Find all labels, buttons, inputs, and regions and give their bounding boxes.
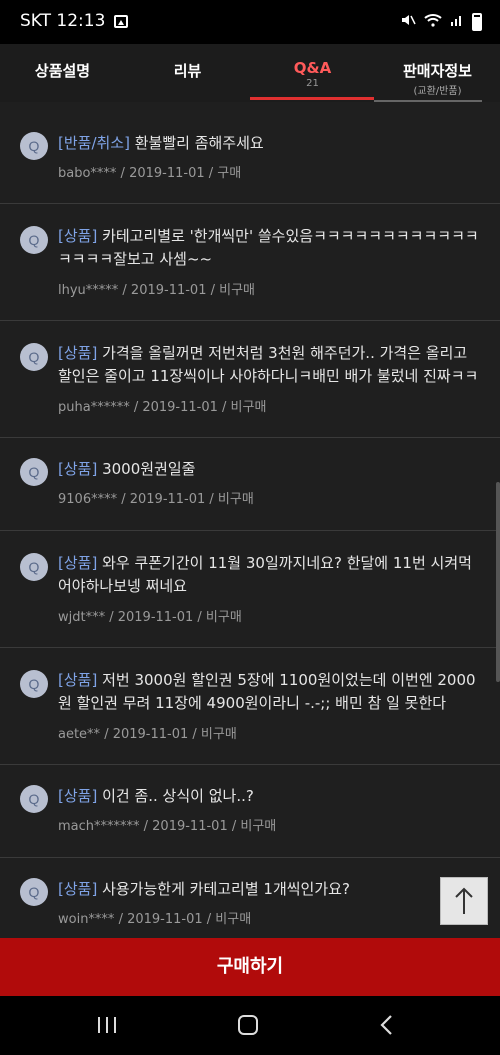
question-text: [상품] 이건 좀.. 상식이 없나..? bbox=[58, 785, 482, 808]
list-item[interactable]: Q [상품] 사용가능한게 카테고리별 1개씩인가요? woin**** / 2… bbox=[0, 858, 500, 938]
list-item[interactable]: Q [상품] 3000원권일줄 9106**** / 2019-11-01 / … bbox=[0, 438, 500, 531]
home-icon[interactable] bbox=[238, 1015, 258, 1035]
question-category: [상품] bbox=[58, 460, 98, 478]
buy-button[interactable]: 구매하기 bbox=[0, 938, 500, 996]
status-bar: SKT 12:13 bbox=[0, 0, 500, 44]
signal-icon bbox=[450, 13, 464, 31]
question-body: 저번 3000원 할인권 5장에 1100원이었는데 이번엔 2000원 할인권… bbox=[58, 671, 476, 712]
tab-qna[interactable]: Q&A 21 bbox=[250, 44, 375, 102]
question-meta: puha****** / 2019-11-01 / 비구매 bbox=[58, 400, 267, 415]
question-text: [상품] 와우 쿠폰기간이 11월 30일까지네요? 한달에 11번 시켜먹어야… bbox=[58, 552, 482, 598]
question-category: [상품] bbox=[58, 344, 98, 362]
question-badge: Q bbox=[20, 458, 48, 486]
question-badge: Q bbox=[20, 226, 48, 254]
qna-list[interactable]: Q [반품/취소] 환불빨리 좀해주세요 babo**** / 2019-11-… bbox=[0, 102, 500, 938]
question-meta: mach******* / 2019-11-01 / 비구매 bbox=[58, 819, 277, 834]
question-body: 카테고리별로 '한개씩만' 쓸수있음ㅋㅋㅋㅋㅋㅋㅋㅋㅋㅋㅋㅋㅋㅋㅋㅋ잘보고 사셈… bbox=[58, 227, 479, 268]
question-body: 3000원권일줄 bbox=[97, 460, 196, 478]
question-meta: babo**** / 2019-11-01 / 구매 bbox=[58, 166, 242, 181]
question-text: [상품] 사용가능한게 카테고리별 1개씩인가요? bbox=[58, 878, 482, 901]
question-meta: aete** / 2019-11-01 / 비구매 bbox=[58, 727, 237, 742]
question-meta: wjdt*** / 2019-11-01 / 비구매 bbox=[58, 610, 242, 625]
arrow-up-icon bbox=[455, 887, 473, 914]
question-badge: Q bbox=[20, 785, 48, 813]
question-meta: lhyu***** / 2019-11-01 / 비구매 bbox=[58, 283, 256, 298]
question-badge: Q bbox=[20, 670, 48, 698]
active-tab-indicator bbox=[250, 97, 374, 100]
battery-icon bbox=[472, 13, 482, 31]
wifi-icon bbox=[424, 13, 442, 31]
question-body: 와우 쿠폰기간이 11월 30일까지네요? 한달에 11번 시켜먹어야하나보넹 … bbox=[58, 554, 472, 595]
question-text: [상품] 저번 3000원 할인권 5장에 1100원이었는데 이번엔 2000… bbox=[58, 669, 482, 715]
question-text: [상품] 3000원권일줄 bbox=[58, 458, 482, 481]
question-text: [상품] 카테고리별로 '한개씩만' 쓸수있음ㅋㅋㅋㅋㅋㅋㅋㅋㅋㅋㅋㅋㅋㅋㅋㅋ잘… bbox=[58, 225, 482, 271]
question-category: [상품] bbox=[58, 880, 98, 898]
question-body: 사용가능한게 카테고리별 1개씩인가요? bbox=[97, 880, 350, 898]
image-icon bbox=[114, 15, 128, 28]
question-badge: Q bbox=[20, 878, 48, 906]
question-body: 가격을 올릴꺼면 저번처럼 3천원 해주던가.. 가격은 올리고 할인은 줄이고… bbox=[58, 344, 479, 385]
tab-description[interactable]: 상품설명 bbox=[0, 44, 125, 102]
question-body: 환불빨리 좀해주세요 bbox=[129, 134, 264, 152]
list-item[interactable]: Q [상품] 카테고리별로 '한개씩만' 쓸수있음ㅋㅋㅋㅋㅋㅋㅋㅋㅋㅋㅋㅋㅋㅋㅋ… bbox=[0, 204, 500, 321]
question-category: [상품] bbox=[58, 554, 98, 572]
system-nav-bar bbox=[0, 996, 500, 1055]
list-item[interactable]: Q [상품] 이건 좀.. 상식이 없나..? mach******* / 20… bbox=[0, 765, 500, 858]
list-item[interactable]: Q [상품] 저번 3000원 할인권 5장에 1100원이었는데 이번엔 20… bbox=[0, 648, 500, 765]
scroll-top-button[interactable] bbox=[440, 877, 488, 925]
status-time: SKT 12:13 bbox=[20, 11, 106, 31]
question-badge: Q bbox=[20, 343, 48, 371]
question-badge: Q bbox=[20, 132, 48, 160]
list-item[interactable]: Q [상품] 가격을 올릴꺼면 저번처럼 3천원 해주던가.. 가격은 올리고 … bbox=[0, 321, 500, 438]
tab-label: 상품설명 bbox=[34, 62, 91, 80]
product-tabs: 상품설명 리뷰 Q&A 21 판매자정보 (교환/반품) bbox=[0, 44, 500, 102]
question-category: [상품] bbox=[58, 787, 98, 805]
question-text: [상품] 가격을 올릴꺼면 저번처럼 3천원 해주던가.. 가격은 올리고 할인… bbox=[58, 342, 482, 388]
scroll-indicator[interactable] bbox=[496, 482, 500, 682]
status-icons bbox=[400, 12, 482, 32]
question-meta: 9106**** / 2019-11-01 / 비구매 bbox=[58, 492, 254, 507]
list-item[interactable]: Q [반품/취소] 환불빨리 좀해주세요 babo**** / 2019-11-… bbox=[0, 102, 500, 204]
back-icon[interactable] bbox=[378, 1014, 396, 1036]
tab-reviews[interactable]: 리뷰 bbox=[125, 44, 250, 102]
tab-count: 21 bbox=[306, 78, 319, 89]
tab-label: 리뷰 bbox=[173, 62, 202, 80]
list-item[interactable]: Q [상품] 와우 쿠폰기간이 11월 30일까지네요? 한달에 11번 시켜먹… bbox=[0, 531, 500, 648]
tab-label: Q&A bbox=[293, 59, 332, 77]
question-category: [반품/취소] bbox=[58, 134, 130, 152]
tab-seller-info[interactable]: 판매자정보 (교환/반품) bbox=[375, 44, 500, 102]
recent-apps-icon[interactable] bbox=[98, 1017, 118, 1033]
question-body: 이건 좀.. 상식이 없나..? bbox=[97, 787, 254, 805]
question-badge: Q bbox=[20, 553, 48, 581]
question-category: [상품] bbox=[58, 671, 98, 689]
question-category: [상품] bbox=[58, 227, 98, 245]
question-text: [반품/취소] 환불빨리 좀해주세요 bbox=[58, 132, 482, 155]
mute-icon bbox=[400, 12, 416, 32]
question-meta: woin**** / 2019-11-01 / 비구매 bbox=[58, 912, 252, 927]
tab-sub: (교환/반품) bbox=[413, 86, 462, 97]
tab-label: 판매자정보 bbox=[402, 62, 472, 80]
